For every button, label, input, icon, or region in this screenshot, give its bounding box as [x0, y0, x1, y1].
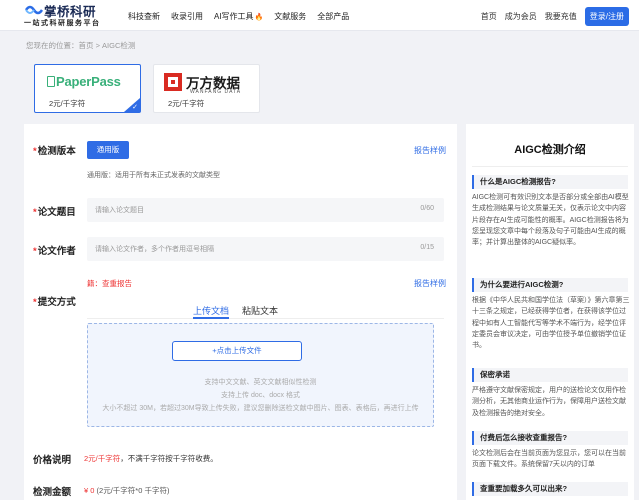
upload-hint-format: 支持上传 doc、docx 格式	[221, 392, 300, 399]
amount-label: 检测金额	[33, 487, 72, 498]
nav-item-citation[interactable]: 收录引用	[171, 11, 203, 22]
main-nav: 科技查新 收录引用 AI写作工具🔥 文献服务 全部产品	[128, 11, 360, 22]
version-label: *检测版本	[33, 146, 76, 157]
flame-icon: 🔥	[254, 14, 264, 21]
faq-answer: AIGC检测可有效识别文本是否部分或全部由AI模型生成检测结果与论文质量无关，仅…	[472, 194, 629, 247]
check-report-link[interactable]: 查重报告	[102, 279, 132, 288]
author-placeholder: 请输入论文作者，多个作者用逗号相隔	[95, 246, 214, 253]
paperpass-logo-text: PaperPass	[56, 74, 121, 89]
document-icon	[47, 76, 55, 87]
report-sample-link-2[interactable]: 报告样例	[414, 278, 446, 289]
logo-mark-icon	[24, 5, 44, 15]
faq-heading: 付费后怎么接收查重报告?	[472, 431, 628, 445]
upload-dropzone[interactable]: +点击上传文件 支持中文文献、英文文献相似性检测 支持上传 doc、docx 格…	[87, 323, 434, 427]
faq-answer: 根据《中华人民共和国学位法（草案）》第六章第三十三条之规定，已经获得学位者，在获…	[472, 297, 630, 350]
author-label: *论文作者	[33, 246, 76, 257]
price-label: 价格说明	[33, 455, 72, 466]
product-card-paperpass[interactable]: PaperPass 2元/千字符 ✓	[34, 64, 141, 113]
paperpass-logo: PaperPass	[47, 74, 121, 89]
version-description: 通用版：适用于所有未正式发表的文献类型	[87, 172, 220, 179]
title-label-text: 论文题目	[37, 207, 76, 218]
site-logo[interactable]: 掌桥科研 一站式科研服务平台	[24, 1, 124, 30]
aigc-intro-sidebar: AIGC检测介绍 什么是AIGC检测报告? AIGC检测可有效识别文本是否部分或…	[466, 124, 634, 500]
amount-formula: (2元/千字符*0 千字符)	[94, 486, 170, 495]
top-header: 掌桥科研 一站式科研服务平台 科技查新 收录引用 AI写作工具🔥 文献服务 全部…	[0, 0, 639, 31]
upload-hint-size: 大小不超过 30M，若超过30M导致上传失败，建议您删除送检文献中图片、图表、表…	[102, 405, 419, 412]
product-price: 2元/千字符	[168, 99, 205, 108]
faq-answer: 严格遵守文献保密规定，用户的送检论文仅用作检测分析，无其他商业运作行为，保障用户…	[472, 387, 626, 417]
amount-value: ¥ 0 (2元/千字符*0 千字符)	[84, 485, 169, 496]
nav-item-literature[interactable]: 文献服务	[274, 11, 306, 22]
check-report-notice: 籍：查重报告	[87, 278, 132, 289]
author-label-text: 论文作者	[37, 246, 76, 257]
author-input[interactable]: 请输入论文作者，多个作者用逗号相隔 0/15	[87, 237, 444, 261]
tab-paste-text[interactable]: 粘贴文本	[242, 304, 278, 317]
nav-item-novelty[interactable]: 科技查新	[128, 11, 160, 22]
faq-answer: 论文检测后会在当前页面为您显示，您可以在当前页面下载文件。系统保留7天以内的订单	[472, 450, 626, 469]
notice-prefix: 籍：	[87, 279, 102, 288]
login-register-button[interactable]: 登录/注册	[584, 7, 629, 26]
nav-member-link[interactable]: 成为会员	[505, 11, 537, 22]
nav-item-ai-writing[interactable]: AI写作工具🔥	[214, 11, 263, 22]
product-card-wanfang[interactable]: 万方数据 WANFANG DATA 2元/千字符	[153, 64, 260, 113]
faq-heading: 查重要加载多久可以出来?	[472, 482, 628, 496]
nav-item-all-products[interactable]: 全部产品	[317, 11, 349, 22]
author-char-count: 0/15	[420, 244, 434, 251]
nav-recharge-link[interactable]: 我要充值	[545, 11, 577, 22]
nav-home-link[interactable]: 首页	[481, 11, 497, 22]
sidebar-divider	[472, 166, 628, 167]
detection-form: *检测版本 通用版 报告样例 通用版：适用于所有未正式发表的文献类型 *论文题目…	[24, 124, 457, 500]
price-description: 2元/千字符，不满千字符按千字符收费。	[84, 453, 218, 464]
faq-heading: 为什么要进行AIGC检测?	[472, 278, 628, 292]
right-nav: 首页 成为会员 我要充值 登录/注册	[481, 7, 629, 26]
title-input[interactable]: 请输入论文题目 0/60	[87, 198, 444, 222]
version-label-text: 检测版本	[37, 146, 76, 157]
title-placeholder: 请输入论文题目	[95, 207, 144, 214]
report-sample-link[interactable]: 报告样例	[414, 145, 446, 156]
active-tab-indicator	[193, 317, 229, 319]
breadcrumb: 您现在的位置：首页 > AIGC检测	[26, 41, 136, 50]
upload-file-button[interactable]: +点击上传文件	[172, 341, 302, 361]
version-general-button[interactable]: 通用版	[87, 141, 129, 159]
upload-hint-language: 支持中文文献、英文文献相似性检测	[204, 379, 317, 386]
checkmark-icon: ✓	[132, 104, 138, 111]
wanfang-logo-sub: WANFANG DATA	[190, 89, 242, 95]
sidebar-title: AIGC检测介绍	[514, 144, 586, 156]
product-price: 2元/千字符	[49, 99, 86, 108]
faq-heading: 什么是AIGC检测报告?	[472, 175, 628, 189]
faq-heading: 保密承诺	[472, 368, 628, 382]
wanfang-mark-icon	[164, 73, 182, 91]
nav-item-ai-writing-label: AI写作工具	[214, 12, 254, 21]
title-char-count: 0/60	[420, 205, 434, 212]
price-rule: ，不满千字符按千字符收费。	[120, 454, 218, 463]
title-label: *论文题目	[33, 207, 76, 218]
amount-total: ¥ 0	[84, 486, 95, 495]
submit-method-label-text: 提交方式	[37, 297, 76, 308]
submit-method-label: *提交方式	[33, 297, 76, 308]
tab-upload-document[interactable]: 上传文档	[193, 304, 229, 317]
price-rate: 2元/千字符	[84, 454, 121, 463]
logo-tagline: 一站式科研服务平台	[24, 19, 101, 27]
tab-divider	[87, 318, 444, 319]
